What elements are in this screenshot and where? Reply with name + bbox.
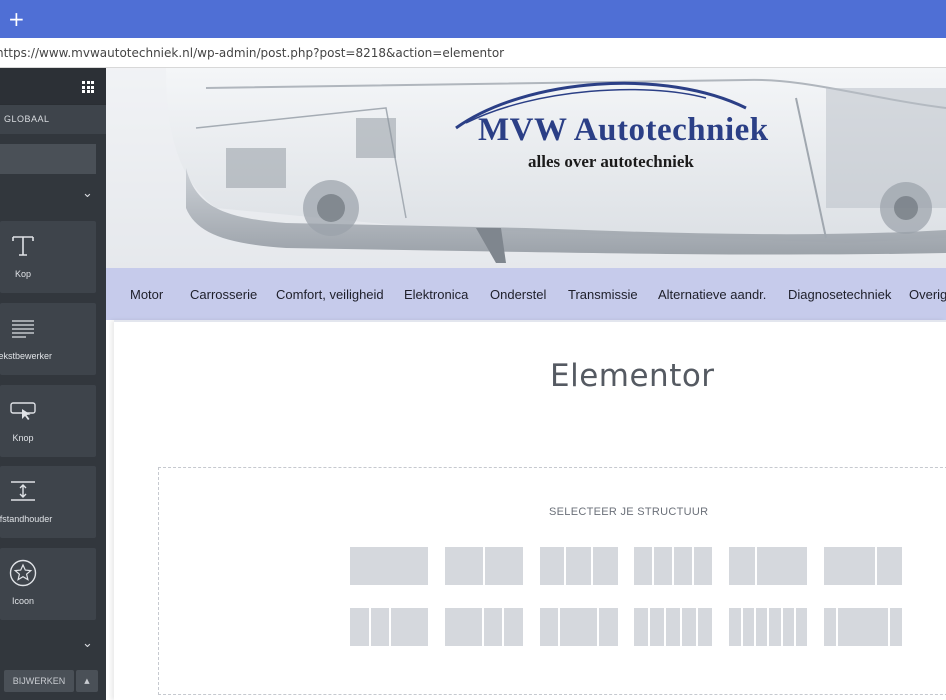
structure-column	[444, 608, 482, 646]
structure-column	[755, 608, 768, 646]
tab-globaal-label: GLOBAAL	[4, 114, 50, 124]
nav-item-comfort[interactable]: Comfort, veiligheid	[276, 287, 384, 302]
nav-item-onderstel[interactable]: Onderstel	[490, 287, 546, 302]
structure-column	[795, 608, 808, 646]
site-logo-subtitle: alles over autotechniek	[528, 152, 694, 171]
structure-column	[694, 547, 713, 585]
widget-kop[interactable]: Kop	[0, 221, 96, 293]
structure-preset[interactable]	[444, 547, 523, 585]
page-content: Elementor SELECTEER JE STRUCTUUR	[114, 320, 946, 700]
structure-column	[782, 608, 794, 646]
structure-column	[876, 547, 902, 585]
widget-tekstbewerker[interactable]: Tekstbewerker	[0, 303, 96, 375]
elementor-panel: GLOBAAL ⌄ Kop Tekstbewerker Knop Afstand…	[0, 68, 106, 700]
structure-preset[interactable]	[634, 547, 713, 585]
structure-column	[484, 547, 523, 585]
widget-icoon[interactable]: Icoon	[0, 548, 96, 620]
structure-column	[504, 608, 523, 646]
nav-item-motor[interactable]: Motor	[130, 287, 163, 302]
structure-column	[634, 547, 653, 585]
structure-column	[889, 608, 902, 646]
widget-label: Tekstbewerker	[0, 351, 53, 361]
structure-column	[729, 547, 755, 585]
site-logo-title[interactable]: MVW Autotechniek	[478, 112, 769, 149]
structure-column	[824, 547, 875, 585]
update-button[interactable]: BIJWERKEN	[4, 670, 74, 692]
structure-column	[599, 608, 618, 646]
panel-header	[0, 68, 106, 104]
chevron-down-icon[interactable]: ⌄	[82, 186, 93, 201]
structure-preset[interactable]	[539, 608, 618, 646]
structure-column	[654, 547, 673, 585]
structure-column	[370, 608, 389, 646]
structure-column	[769, 608, 781, 646]
structure-preset[interactable]	[729, 608, 808, 646]
widget-label: Afstandhouder	[0, 514, 53, 524]
nav-item-elektronica[interactable]: Elektronica	[404, 287, 468, 302]
structure-column	[566, 547, 591, 585]
nav-item-overig[interactable]: Overig	[909, 287, 946, 302]
site-header-image: MVW Autotechniek alles over autotechniek	[106, 68, 946, 268]
structure-column	[756, 547, 808, 585]
structure-preset[interactable]	[539, 547, 618, 585]
heading-icon	[8, 231, 38, 261]
structure-dropzone[interactable]: SELECTEER JE STRUCTUUR	[158, 467, 946, 695]
structure-preset[interactable]	[824, 547, 902, 585]
structure-column	[444, 547, 483, 585]
structure-column	[838, 608, 888, 646]
structure-preset[interactable]	[350, 608, 428, 646]
update-options-button[interactable]: ▲	[76, 670, 98, 692]
structure-label: SELECTEER JE STRUCTUUR	[549, 506, 709, 518]
star-icon	[8, 558, 38, 588]
nav-item-alternatieve[interactable]: Alternatieve aandr.	[658, 287, 766, 302]
widget-label: Knop	[12, 433, 34, 443]
preview-area: MVW Autotechniek alles over autotechniek…	[106, 68, 946, 700]
widget-label: Icoon	[11, 596, 35, 606]
structure-column	[539, 608, 559, 646]
text-editor-icon	[8, 313, 38, 343]
structure-column	[682, 608, 697, 646]
structure-column	[650, 608, 665, 646]
address-bar[interactable]: https://www.mvwautotechniek.nl/wp-admin/…	[0, 38, 946, 68]
structure-preset[interactable]	[824, 608, 902, 646]
site-nav: Motor Carrosserie Comfort, veiligheid El…	[106, 268, 946, 320]
structure-column	[729, 608, 741, 646]
structure-column	[350, 608, 369, 646]
car-illustration	[106, 68, 946, 268]
search-input[interactable]	[0, 144, 96, 174]
spacer-icon	[8, 476, 38, 506]
structure-column	[674, 547, 693, 585]
apps-grid-icon[interactable]	[82, 81, 94, 93]
structure-preset[interactable]	[444, 608, 523, 646]
structure-column	[666, 608, 681, 646]
structure-preset[interactable]	[350, 547, 428, 585]
new-tab-button[interactable]: +	[8, 9, 25, 29]
structure-column	[539, 547, 565, 585]
nav-item-diagnosetechniek[interactable]: Diagnosetechniek	[788, 287, 891, 302]
structure-column	[350, 547, 428, 585]
button-icon	[8, 395, 38, 425]
structure-column	[824, 608, 837, 646]
structure-column	[483, 608, 503, 646]
widget-label: Kop	[14, 269, 31, 279]
browser-titlebar: +	[0, 0, 946, 38]
page-title: Elementor	[550, 358, 715, 394]
structure-preset[interactable]	[634, 608, 713, 646]
widget-knop[interactable]: Knop	[0, 385, 96, 457]
tab-globaal[interactable]: GLOBAAL	[0, 104, 106, 134]
structure-column	[391, 608, 428, 646]
nav-item-carrosserie[interactable]: Carrosserie	[190, 287, 257, 302]
structure-column	[698, 608, 713, 646]
nav-item-transmissie[interactable]: Transmissie	[568, 287, 638, 302]
chevron-down-icon[interactable]: ⌄	[82, 636, 93, 651]
structure-column	[742, 608, 754, 646]
widget-afstandhouder[interactable]: Afstandhouder	[0, 466, 96, 538]
structure-column	[634, 608, 649, 646]
structure-column	[560, 608, 598, 646]
structure-column	[592, 547, 618, 585]
structure-preset[interactable]	[729, 547, 808, 585]
url-text[interactable]: https://www.mvwautotechniek.nl/wp-admin/…	[0, 46, 504, 60]
